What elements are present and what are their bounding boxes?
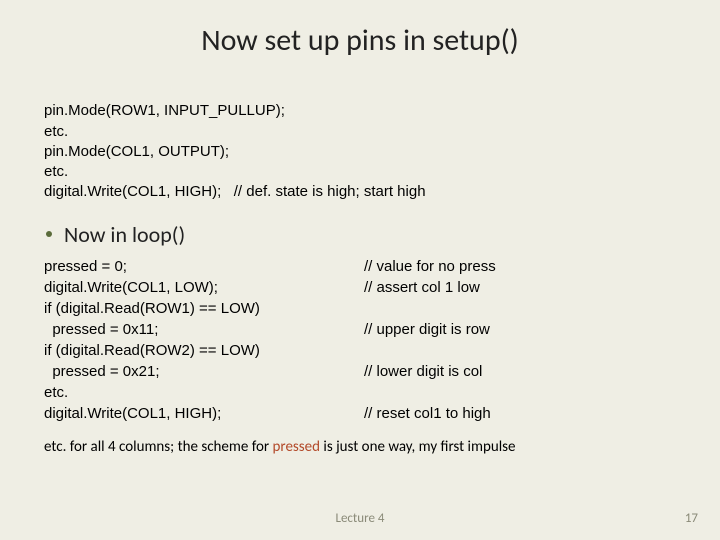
code-row: if (digital.Read(ROW1) == LOW) xyxy=(44,298,676,319)
code-left: pressed = 0x11; xyxy=(44,319,364,340)
code-line: pin.Mode(COL1, OUTPUT); xyxy=(44,143,229,160)
slide: Now set up pins in setup() pin.Mode(ROW1… xyxy=(0,0,720,540)
code-row: pressed = 0x11;// upper digit is row xyxy=(44,319,676,340)
code-left: if (digital.Read(ROW1) == LOW) xyxy=(44,298,364,319)
slide-title: Now set up pins in setup() xyxy=(44,22,676,59)
code-line: digital.Write(COL1, HIGH); // def. state… xyxy=(44,183,426,200)
footer-page-number: 17 xyxy=(685,511,698,526)
code-left: digital.Write(COL1, LOW); xyxy=(44,277,364,298)
code-comment: // upper digit is row xyxy=(364,319,676,340)
setup-code-block: pin.Mode(ROW1, INPUT_PULLUP); etc. pin.M… xyxy=(44,81,676,203)
code-left: etc. xyxy=(44,382,364,403)
code-comment xyxy=(364,382,676,403)
footnote-keyword: pressed xyxy=(273,438,320,456)
footer-lecture: Lecture 4 xyxy=(0,511,720,526)
code-row: digital.Write(COL1, HIGH);// reset col1 … xyxy=(44,403,676,424)
code-comment: // value for no press xyxy=(364,256,676,277)
code-line: pin.Mode(ROW1, INPUT_PULLUP); xyxy=(44,102,285,119)
code-left: if (digital.Read(ROW2) == LOW) xyxy=(44,340,364,361)
footnote-pre: etc. for all 4 columns; the scheme for xyxy=(44,438,273,456)
code-left: pressed = 0x21; xyxy=(44,361,364,382)
footnote-post: is just one way, my first impulse xyxy=(320,438,516,456)
code-row: pressed = 0x21;// lower digit is col xyxy=(44,361,676,382)
code-left: digital.Write(COL1, HIGH); xyxy=(44,403,364,424)
code-comment xyxy=(364,298,676,319)
bullet-item: Now in loop() xyxy=(44,221,676,248)
code-left: pressed = 0; xyxy=(44,256,364,277)
code-comment: // lower digit is col xyxy=(364,361,676,382)
code-row: digital.Write(COL1, LOW);// assert col 1… xyxy=(44,277,676,298)
code-comment: // assert col 1 low xyxy=(364,277,676,298)
bullet-icon xyxy=(46,231,52,237)
code-comment: // reset col1 to high xyxy=(364,403,676,424)
code-row: pressed = 0;// value for no press xyxy=(44,256,676,277)
code-row: etc. xyxy=(44,382,676,403)
loop-code-block: pressed = 0;// value for no press digita… xyxy=(44,256,676,424)
footnote: etc. for all 4 columns; the scheme for p… xyxy=(44,438,676,458)
code-comment xyxy=(364,340,676,361)
code-line: etc. xyxy=(44,123,68,140)
bullet-text: Now in loop() xyxy=(64,221,185,248)
code-line: etc. xyxy=(44,163,68,180)
code-row: if (digital.Read(ROW2) == LOW) xyxy=(44,340,676,361)
